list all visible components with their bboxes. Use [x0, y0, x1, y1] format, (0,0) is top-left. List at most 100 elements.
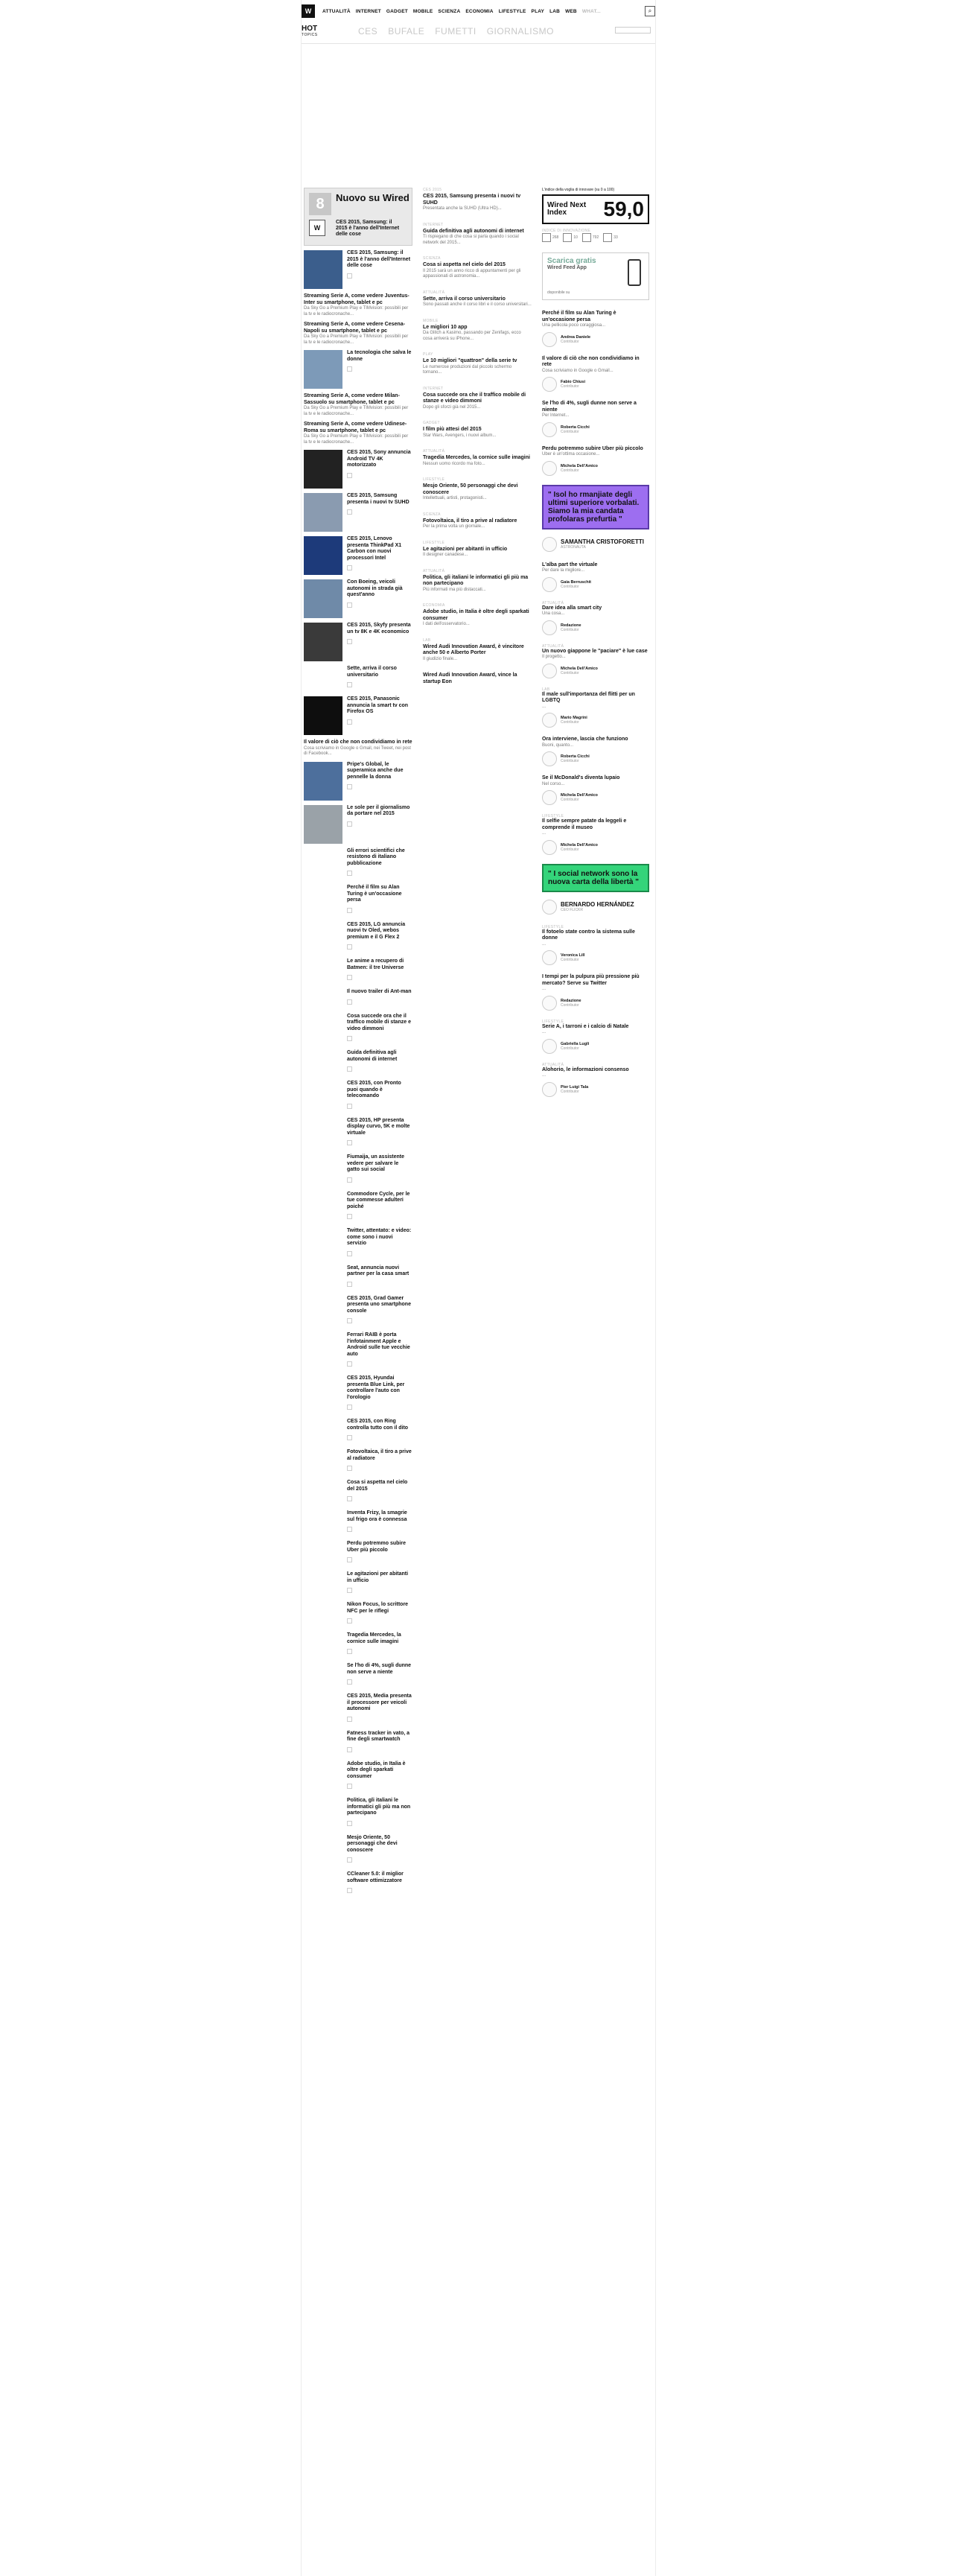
- comment-icon[interactable]: [347, 821, 352, 827]
- article-title[interactable]: Dare idea alla smart city: [542, 605, 649, 612]
- article-title[interactable]: Il valore di ciò che non condividiamo in…: [304, 740, 412, 746]
- comment-icon[interactable]: [347, 1679, 352, 1685]
- list-item[interactable]: CES 2015, Panasonic annuncia la smart tv…: [304, 696, 412, 735]
- article-title[interactable]: Gli errori scientifici che resistono di …: [347, 848, 412, 868]
- author-name[interactable]: Roberta Cicchi: [561, 425, 590, 430]
- comment-icon[interactable]: [347, 719, 352, 725]
- list-item[interactable]: Perdu potremmo subire Uber più piccolo: [304, 1541, 412, 1567]
- list-item[interactable]: INTERNET Cosa succede ora che il traffico…: [423, 387, 532, 411]
- list-item[interactable]: Streaming Serie A, come vedere Juventus-…: [304, 293, 412, 317]
- article-title[interactable]: Sette, arriva il corso universitario: [347, 666, 412, 678]
- opinion-item[interactable]: LIFESTYLE Serie A, i tarroni e i calcio d…: [542, 1020, 649, 1054]
- article-title[interactable]: Guida definitiva agli autonomi di intern…: [347, 1050, 412, 1063]
- article-title[interactable]: CES 2015, Skyfy presenta un tv 8K e 4K e…: [347, 623, 412, 635]
- list-item[interactable]: CES 2015, Samsung presenta i nuovi tv SU…: [304, 493, 412, 532]
- search-icon[interactable]: ⌕: [645, 6, 655, 16]
- list-item[interactable]: CES 2015 CES 2015, Samsung presenta i nuo…: [423, 188, 532, 212]
- list-item[interactable]: Il nuovo trailer di Ant-man: [304, 989, 412, 1009]
- article-title[interactable]: Adobe studio, in Italia è oltre degli sp…: [423, 609, 532, 622]
- list-item[interactable]: Sette, arriva il corso universitario: [304, 666, 412, 692]
- nav-link[interactable]: PLAY: [532, 9, 545, 14]
- nav-link[interactable]: LAB: [549, 9, 560, 14]
- article-title[interactable]: CES 2015, Grad Gamer presenta uno smartp…: [347, 1296, 412, 1315]
- article-thumbnail[interactable]: [304, 536, 342, 575]
- article-title[interactable]: Fatness tracker in vato, a fine degli sm…: [347, 1731, 412, 1743]
- list-item[interactable]: CES 2015, Hyundai presenta Blue Link, pe…: [304, 1376, 412, 1414]
- article-thumbnail[interactable]: [304, 350, 342, 389]
- comment-icon[interactable]: [347, 1405, 352, 1411]
- comment-icon[interactable]: [347, 1784, 352, 1790]
- list-item[interactable]: INTERNET Guida definitiva agli autonomi d…: [423, 223, 532, 247]
- article-title[interactable]: Le anime a recupero di Batmen: il tre Un…: [347, 958, 412, 971]
- article-thumbnail[interactable]: [304, 579, 342, 618]
- avatar[interactable]: [542, 950, 557, 965]
- comment-icon[interactable]: [347, 944, 352, 950]
- comment-icon[interactable]: [347, 1281, 352, 1287]
- article-title[interactable]: Il fotoelo state contro la sistema sulle…: [542, 929, 649, 942]
- article-title[interactable]: Cosa si aspetta nel cielo del 2015: [347, 1480, 412, 1492]
- quote-box[interactable]: " Isol ho rmanjiate degli ultimi superio…: [542, 484, 649, 529]
- article-title[interactable]: CES 2015, Samsung presenta i nuovi tv SU…: [347, 493, 412, 506]
- list-item[interactable]: Politica, gli italiani le informatici gl…: [304, 1798, 412, 1831]
- avatar[interactable]: [542, 790, 557, 805]
- list-item[interactable]: Nikon Focus, lo scrittore NFC per le rif…: [304, 1602, 412, 1628]
- article-title[interactable]: I film più attesi del 2015: [423, 427, 532, 433]
- article-title[interactable]: CES 2015, con Pronto puoi quando è telec…: [347, 1081, 412, 1100]
- list-item[interactable]: ATTUALITÀ Politica, gli italiani le infor…: [423, 569, 532, 594]
- comment-icon[interactable]: [347, 1857, 352, 1863]
- list-item[interactable]: CES 2015, Samsung: il 2015 è l'anno dell…: [304, 250, 412, 289]
- list-item[interactable]: GADGET I film più attesi del 2015 Star War…: [423, 421, 532, 439]
- list-item[interactable]: Perché il film su Alan Turing è un'occas…: [304, 885, 412, 917]
- comment-icon[interactable]: [347, 1435, 352, 1441]
- comment-icon[interactable]: [347, 1820, 352, 1826]
- article-title[interactable]: Tragedia Mercedes, la cornice sulle imag…: [423, 455, 532, 462]
- list-item[interactable]: Ferrari RAIB è porta l'infotainment Appl…: [304, 1332, 412, 1371]
- list-item[interactable]: Streaming Serie A, come vedere Cesena-Na…: [304, 322, 412, 346]
- avatar[interactable]: [542, 839, 557, 855]
- comment-icon[interactable]: [347, 1496, 352, 1502]
- avatar[interactable]: [542, 663, 557, 678]
- comment-icon[interactable]: [347, 1746, 352, 1752]
- article-title[interactable]: Perché il film su Alan Turing è un'occas…: [542, 311, 649, 323]
- comment-icon[interactable]: [347, 1618, 352, 1624]
- panel-headline[interactable]: CES 2015, Samsung: il 2015 è l'anno dell…: [336, 220, 403, 238]
- article-title[interactable]: Nikon Focus, lo scrittore NFC per le rif…: [347, 1602, 412, 1615]
- article-title[interactable]: CES 2015, Hyundai presenta Blue Link, pe…: [347, 1376, 412, 1401]
- hot-tag[interactable]: GIORNALISMO: [487, 26, 554, 36]
- article-title[interactable]: Inventa Frizy, la smagrie sul frigo ora …: [347, 1510, 412, 1523]
- list-item[interactable]: Guida definitiva agli autonomi di intern…: [304, 1050, 412, 1076]
- author-name[interactable]: Pier Luigi Tala: [561, 1085, 588, 1090]
- opinion-item[interactable]: L'alba part the virtuale Per dare la migl…: [542, 562, 649, 592]
- avatar[interactable]: [542, 1038, 557, 1054]
- article-title[interactable]: L'alba part the virtuale: [542, 562, 649, 569]
- list-item[interactable]: CES 2015, LG annuncia nuovi tv Oled, web…: [304, 922, 412, 955]
- comment-icon[interactable]: [347, 509, 352, 515]
- article-title[interactable]: CES 2015, Sony annuncia Android TV 4K mo…: [347, 450, 412, 469]
- list-item[interactable]: Gli errori scientifici che resistono di …: [304, 848, 412, 881]
- nav-link[interactable]: INTERNET: [356, 9, 381, 14]
- article-thumbnail[interactable]: [304, 450, 342, 489]
- article-title[interactable]: Le agitazioni per abitanti in ufficio: [347, 1571, 412, 1584]
- list-item[interactable]: LAB Wired Audi Innovation Award, è vincit…: [423, 638, 532, 663]
- list-item[interactable]: Mesjo Oriente, 50 personaggi che devi co…: [304, 1835, 412, 1868]
- list-item[interactable]: Con Boeing, veicoli autonomi in strada g…: [304, 579, 412, 618]
- author-name[interactable]: Andrea Daniele: [561, 335, 590, 340]
- article-title[interactable]: CES 2015, HP presenta display curvo, 5K …: [347, 1118, 412, 1137]
- article-title[interactable]: Se il McDonald's diventa lupaio: [542, 775, 649, 782]
- article-title[interactable]: Cosa succede ora che il traffico mobile …: [347, 1014, 412, 1033]
- list-item[interactable]: Cosa si aspetta nel cielo del 2015: [304, 1480, 412, 1506]
- comment-icon[interactable]: [347, 1066, 352, 1072]
- comment-icon[interactable]: [347, 1103, 352, 1109]
- list-item[interactable]: CES 2015, HP presenta display curvo, 5K …: [304, 1118, 412, 1151]
- hot-tag[interactable]: FUMETTI: [435, 26, 476, 36]
- comment-icon[interactable]: [347, 1250, 352, 1256]
- comment-icon[interactable]: [347, 1466, 352, 1472]
- list-item[interactable]: LIFESTYLE Mesjo Oriente, 50 personaggi ch…: [423, 477, 532, 502]
- article-title[interactable]: Perdu potremmo subire Uber più piccolo: [347, 1541, 412, 1553]
- article-title[interactable]: CES 2015, con Ring controlla tutto con i…: [347, 1419, 412, 1431]
- comment-icon[interactable]: [347, 565, 352, 571]
- comment-icon[interactable]: [347, 871, 352, 877]
- opinion-item[interactable]: Se il McDonald's diventa lupaio Nel corso…: [542, 775, 649, 805]
- list-item[interactable]: Le sole per il giornalismo da portare ne…: [304, 804, 412, 844]
- article-thumbnail[interactable]: [304, 623, 342, 661]
